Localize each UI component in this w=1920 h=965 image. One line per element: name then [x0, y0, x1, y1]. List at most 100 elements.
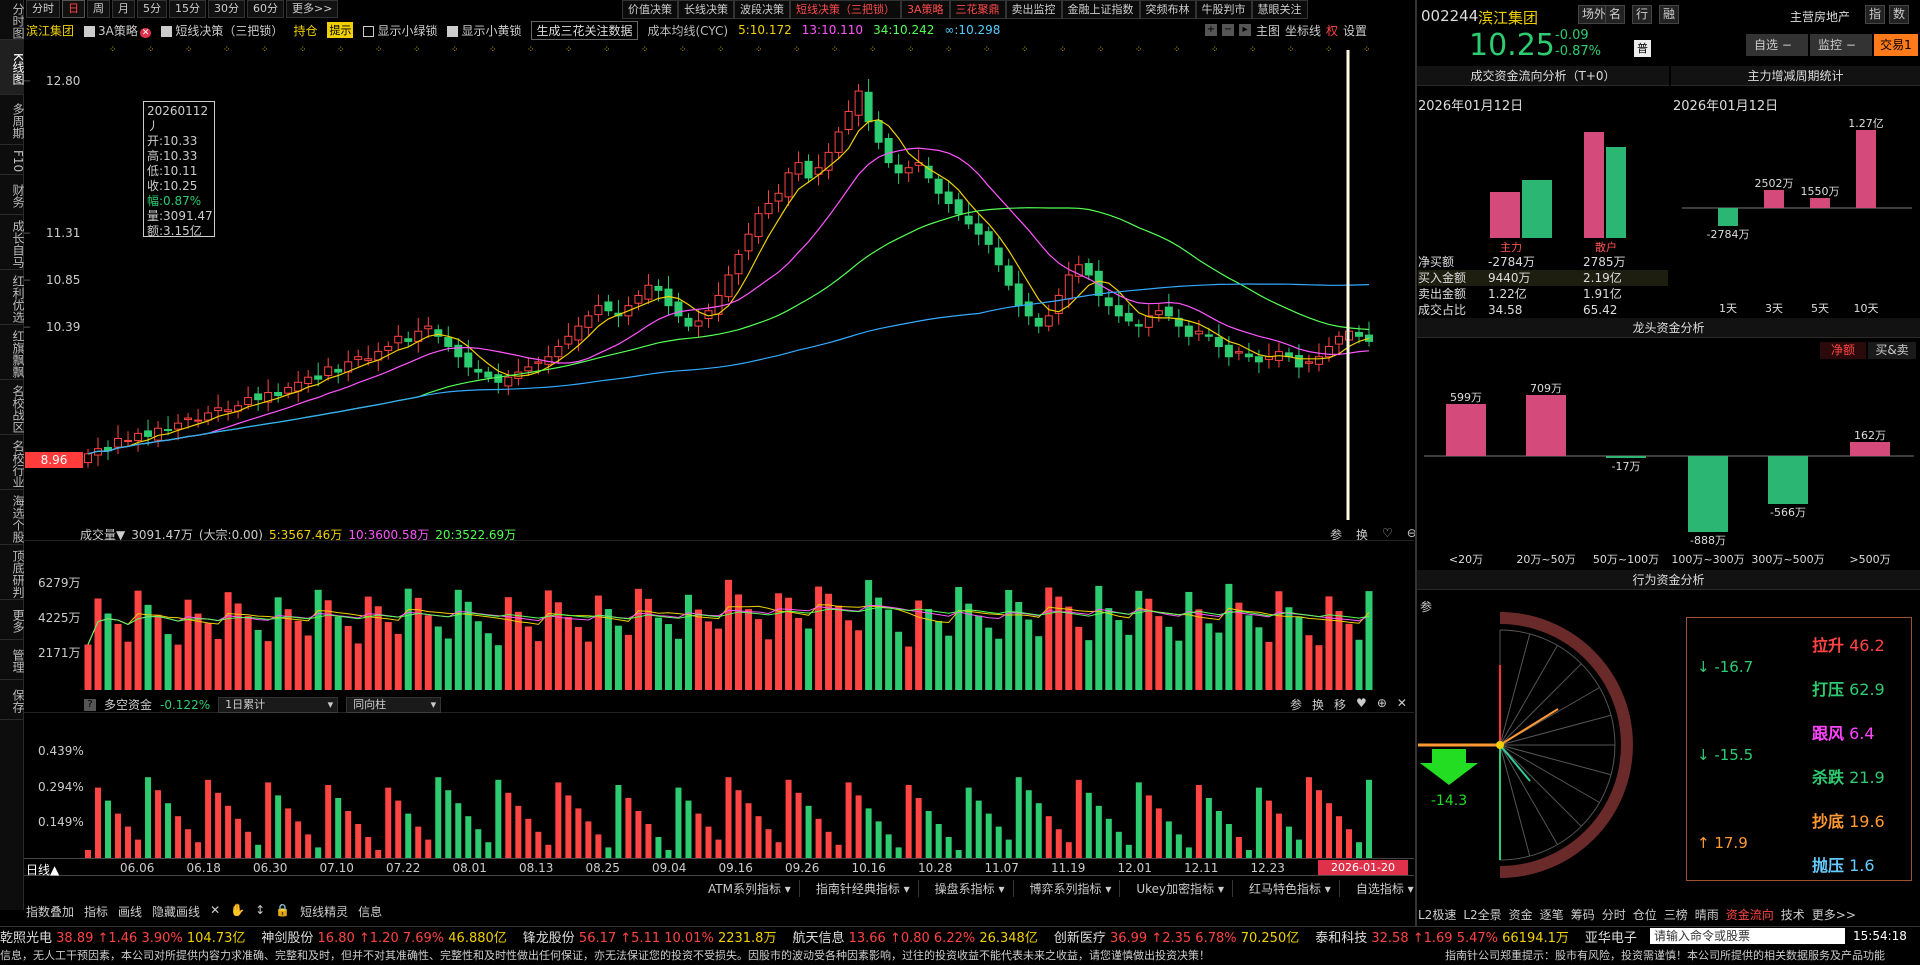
indicator-tab[interactable]: ATM系列指标 ▾ [700, 880, 800, 897]
strategy-tab[interactable]: 3A策略 [901, 0, 950, 19]
right-bottom-tab[interactable]: L2极速 [1418, 906, 1456, 923]
right-bottom-tab[interactable]: L2全景 [1463, 906, 1501, 923]
rail-item[interactable]: 分时图 [0, 0, 25, 40]
period-button[interactable]: 15分 [169, 0, 206, 18]
show-green-toggle[interactable]: 显示小绿锁 [363, 22, 437, 39]
rail-item[interactable]: 多周期 [0, 95, 25, 145]
rail-item[interactable]: 更多 [0, 600, 25, 640]
right-bottom-tab[interactable]: 资金流向 [1726, 906, 1774, 923]
period-button[interactable]: 更多>> [286, 0, 339, 18]
duokong-tool-icon[interactable]: 参 [1290, 696, 1302, 713]
right-bottom-tab[interactable]: 分时 [1602, 906, 1626, 923]
right-bottom-tab[interactable]: 技术 [1781, 906, 1805, 923]
axis-mode[interactable]: 日线▲ [26, 861, 59, 878]
rail-item[interactable]: 红利优选 [0, 270, 25, 325]
ticker-item[interactable]: 亚华电子 [1585, 927, 1637, 946]
indicator-tab[interactable]: Ukey加密指标 ▾ [1128, 880, 1233, 897]
period-button[interactable]: 日 [62, 0, 85, 18]
rail-item[interactable]: 成长自马 [0, 215, 25, 270]
bottom-tool[interactable]: 🔒 [275, 903, 290, 920]
strategy-tab[interactable]: 波段决策 [734, 0, 790, 19]
indicator-tab[interactable]: 自选指标 ▾ [1348, 880, 1423, 897]
right-bottom-tab[interactable]: 筹码 [1571, 906, 1595, 923]
zixuan-button[interactable]: 自选 − [1746, 34, 1808, 56]
settings-button[interactable]: 设置 [1343, 22, 1367, 39]
right-bottom-tab[interactable]: 更多>> [1812, 906, 1856, 923]
short-decision-toggle[interactable]: 短线决策（三把锁） [161, 22, 283, 39]
rail-item[interactable]: 顶底研判 [0, 545, 25, 600]
collapse-icon[interactable]: ? [84, 698, 96, 711]
zhi-button[interactable]: 指 [1865, 5, 1886, 24]
bottom-tool[interactable]: 信息 [358, 903, 382, 920]
quan-button[interactable]: 权 [1326, 22, 1338, 39]
bottom-tool[interactable]: 指数叠加 [26, 903, 74, 920]
volume-chart[interactable]: 6279万 4225万 2171万 [24, 540, 1414, 705]
right-bottom-tab[interactable]: 资金 [1509, 906, 1533, 923]
bottom-tool[interactable]: 画线 [118, 903, 142, 920]
right-bottom-tab[interactable]: 三榜 [1664, 906, 1688, 923]
accumulate-select[interactable]: 1日累计 [218, 696, 339, 713]
command-input[interactable]: 请输入命令或股票 [1650, 928, 1845, 944]
rail-item[interactable]: 财务 [0, 175, 25, 215]
rail-item[interactable]: F10 [0, 145, 25, 175]
sector-label[interactable]: 主营房地产 [1790, 8, 1850, 25]
duokong-tool-icon[interactable]: ⊕ [1377, 696, 1387, 713]
strategy-tab[interactable]: 突频布林 [1139, 0, 1196, 19]
rail-item[interactable]: 管理 [0, 640, 25, 680]
ticker-item[interactable]: 神剑股份 16.80 ↑1.20 7.69% 46.880亿 [261, 927, 506, 946]
indicator-tab[interactable]: 指南针经典指标 ▾ [808, 880, 919, 897]
add-icon[interactable]: + [1205, 24, 1217, 36]
rail-item[interactable]: 红旗飘飘 [0, 325, 25, 380]
pu-button[interactable]: 普 [1634, 40, 1651, 57]
strategy-tab[interactable]: 金融上证指数 [1061, 0, 1140, 19]
trade-button[interactable]: 交易1 [1874, 34, 1918, 56]
ticker-item[interactable]: 锋龙股份 56.17 ↑5.11 10.01% 2231.8万 [523, 927, 777, 946]
bottom-tool[interactable]: 短线精灵 [300, 903, 348, 920]
strategy-tab[interactable]: 价值决策 [622, 0, 678, 19]
period-button[interactable]: 周 [87, 0, 110, 18]
right-tab[interactable]: 名 [1605, 5, 1626, 24]
strategy-tab[interactable]: 卖出监控 [1005, 0, 1062, 19]
right-arrow-icon[interactable]: ▸ [1239, 24, 1251, 36]
indicator-tab[interactable]: 红马特色指标 ▾ [1241, 880, 1340, 897]
ticker-item[interactable]: 泰和科技 32.58 ↑1.69 5.47% 66194.1万 [1315, 927, 1569, 946]
bottom-tool[interactable]: 指标 [84, 903, 108, 920]
bar-select[interactable]: 同向柱 [346, 696, 442, 713]
strategy-3a-toggle[interactable]: 3A策略 ✕ [84, 22, 152, 39]
strategy-tab[interactable]: 慧眼关注 [1251, 0, 1308, 19]
indicator-tab[interactable]: 操盘系指标 ▾ [927, 880, 1014, 897]
bottom-tool[interactable]: ✕ [210, 903, 220, 920]
ticker-item[interactable]: 创新医疗 36.99 ↑2.35 6.78% 70.250亿 [1054, 927, 1299, 946]
show-yellow-toggle[interactable]: 显示小黄锁 [447, 22, 521, 39]
strategy-tab[interactable]: 牛股判市 [1195, 0, 1252, 19]
hint-chip[interactable]: 提示 [327, 22, 354, 38]
ticker-item[interactable]: 航天信息 13.66 ↑0.80 6.22% 26.348亿 [792, 927, 1037, 946]
period-button[interactable]: 30分 [208, 0, 245, 18]
duokong-tool-icon[interactable]: 换 [1312, 696, 1324, 713]
duokong-tool-icon[interactable]: ✕ [1397, 696, 1407, 713]
rail-item[interactable]: K线图 [0, 40, 25, 95]
net-tab[interactable]: 净额 [1820, 342, 1866, 359]
strategy-tab[interactable]: 三花聚鼎 [949, 0, 1006, 19]
right-tab[interactable]: 融 [1659, 5, 1680, 24]
bottom-tool[interactable]: ↕ [255, 903, 265, 920]
ticker-item[interactable]: 乾照光电 38.89 ↑1.46 3.90% 104.73亿 [0, 927, 245, 946]
duokong-tool-icon[interactable]: 移 [1334, 696, 1346, 713]
duokong-tool-icon[interactable]: ♥ [1356, 696, 1367, 713]
period-button[interactable]: 60分 [247, 0, 284, 18]
bottom-tool[interactable]: 隐藏画线 [152, 903, 200, 920]
shu-button[interactable]: 数 [1889, 5, 1910, 24]
period-button[interactable]: 月 [112, 0, 135, 18]
minus-icon[interactable]: − [1222, 24, 1234, 36]
coord-button[interactable]: 坐标线 [1285, 22, 1321, 39]
bottom-tool[interactable]: ✋ [230, 903, 245, 920]
right-tab[interactable]: 行 [1632, 5, 1653, 24]
kline-chart[interactable]: 12.80 11.31 10.85 10.39 ⁘ ⁘ ⁘ ⁘ ⁘ ⁘ ⁘ ⁘ ⁘ ⁘ ⁘ ⁘ ⁘ ⁘ ⁘ ⁘ ⁘ ⁘ ⁘ ⁘… [24, 40, 1414, 520]
generate-button[interactable]: 生成三花关注数据 [531, 20, 638, 40]
right-bottom-tab[interactable]: 晴雨 [1695, 906, 1719, 923]
rail-item[interactable]: 名校战区 [0, 380, 25, 435]
hold-label[interactable]: 持仓 [293, 22, 317, 39]
period-button[interactable]: 5分 [137, 0, 167, 18]
rail-item[interactable]: 海选个股 [0, 490, 25, 545]
duokong-chart[interactable]: 0.439% 0.294% 0.149% [24, 712, 1414, 860]
